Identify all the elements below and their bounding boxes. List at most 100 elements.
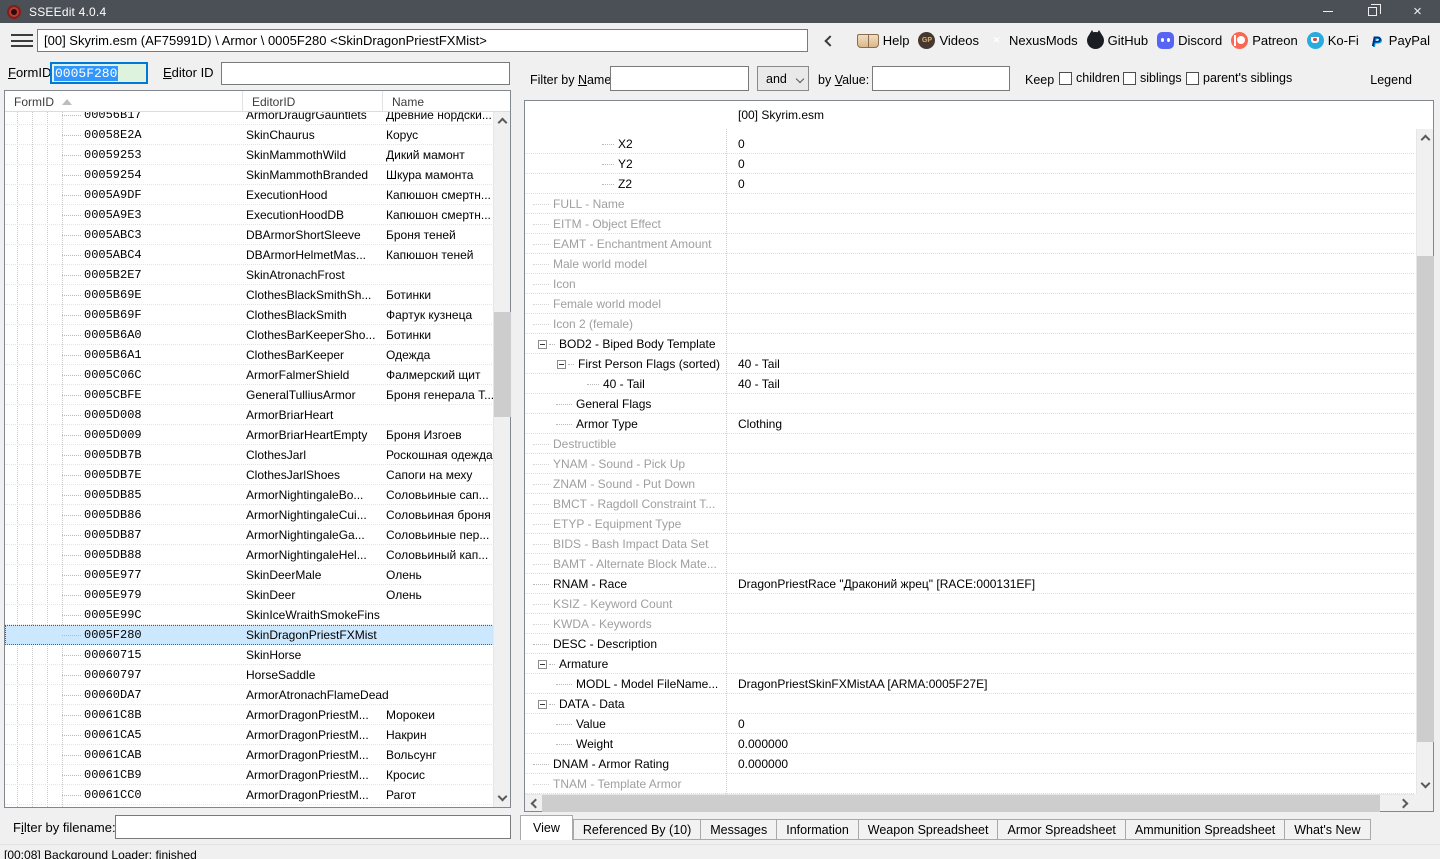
parents-siblings-checkbox[interactable] xyxy=(1186,72,1199,85)
tree-row[interactable]: ETYP - Equipment Type xyxy=(525,514,1414,534)
field-value[interactable]: 0.000000 xyxy=(738,734,788,754)
scroll-down-icon[interactable] xyxy=(494,790,511,807)
tree-row[interactable]: Icon 2 (female) xyxy=(525,314,1414,334)
tree-row[interactable]: 40 - Tail40 - Tail xyxy=(525,374,1414,394)
scroll-right-icon[interactable] xyxy=(1397,795,1414,812)
siblings-checkbox[interactable] xyxy=(1123,72,1136,85)
plugin-column-header[interactable]: [00] Skyrim.esm xyxy=(738,108,824,122)
github-link[interactable]: GitHub xyxy=(1085,32,1150,49)
tab-referenced-by-10[interactable]: Referenced By (10) xyxy=(573,819,701,840)
paypal-link[interactable]: PPayPal xyxy=(1366,32,1432,49)
nexusmods-link[interactable]: ✕NexusMods xyxy=(986,32,1080,49)
list-row[interactable]: 0005A9E3ExecutionHoodDBКапюшон смертн... xyxy=(5,205,494,225)
tree-row[interactable]: DATA - Data xyxy=(525,694,1414,714)
list-row[interactable]: 00060DA7ArmorAtronachFlameDead xyxy=(5,685,494,705)
menu-icon[interactable] xyxy=(11,34,33,47)
tree-row[interactable]: FULL - Name xyxy=(525,194,1414,214)
breadcrumb[interactable]: [00] Skyrim.esm (AF75991D) \ Armor \ 000… xyxy=(37,29,808,52)
tree-row[interactable]: General Flags xyxy=(525,394,1414,414)
column-header-formid[interactable]: FormID xyxy=(5,91,243,112)
tab-what-s-new[interactable]: What's New xyxy=(1285,819,1370,840)
field-value[interactable]: 0.000000 xyxy=(738,754,788,774)
filter-by-value-input[interactable] xyxy=(872,66,1010,91)
record-list-scrollbar[interactable] xyxy=(493,112,510,807)
scroll-up-icon[interactable] xyxy=(494,112,511,129)
tab-messages[interactable]: Messages xyxy=(701,819,777,840)
legend-button[interactable]: Legend xyxy=(1370,73,1412,87)
list-row[interactable]: 00056B17ArmorDraugrGauntletsДревние норд… xyxy=(5,112,494,125)
scrollbar-thumb[interactable] xyxy=(494,312,511,417)
list-row[interactable]: 0005D009ArmorBriarHeartEmptyБроня Изгоев xyxy=(5,425,494,445)
column-header-editorid[interactable]: EditorID xyxy=(243,91,383,112)
tree-row[interactable]: Value0 xyxy=(525,714,1414,734)
tree-row[interactable]: KSIZ - Keyword Count xyxy=(525,594,1414,614)
tree-row[interactable]: BIDS - Bash Impact Data Set xyxy=(525,534,1414,554)
tab-information[interactable]: Information xyxy=(777,819,859,840)
restore-button[interactable] xyxy=(1350,0,1395,23)
field-value[interactable]: DragonPriestRace "Драконий жрец" [RACE:0… xyxy=(738,574,1035,594)
list-row[interactable]: 0005B69EClothesBlackSmithSh...Ботинки xyxy=(5,285,494,305)
tree-row[interactable]: BMCT - Ragdoll Constraint T... xyxy=(525,494,1414,514)
list-row[interactable]: 0005DB7EClothesJarlShoesСапоги на меху xyxy=(5,465,494,485)
tree-row[interactable]: YNAM - Sound - Pick Up xyxy=(525,454,1414,474)
field-value[interactable]: 0 xyxy=(738,174,745,194)
list-row[interactable]: 0005B6A0ClothesBarKeeperSho...Ботинки xyxy=(5,325,494,345)
collapse-icon[interactable] xyxy=(557,360,566,369)
tree-row[interactable]: Armor TypeClothing xyxy=(525,414,1414,434)
tab-armor-spreadsheet[interactable]: Armor Spreadsheet xyxy=(998,819,1125,840)
field-value[interactable]: DragonPriestSkinFXMistAA [ARMA:0005F27E] xyxy=(738,674,987,694)
list-row[interactable]: 0005DB85ArmorNightingaleBo...Соловьиные … xyxy=(5,485,494,505)
list-row[interactable]: 0005B69FClothesBlackSmithФартук кузнеца xyxy=(5,305,494,325)
field-value[interactable]: 0 xyxy=(738,154,745,174)
discord-link[interactable]: Discord xyxy=(1155,32,1224,49)
tab-ammunition-spreadsheet[interactable]: Ammunition Spreadsheet xyxy=(1126,819,1285,840)
formid-input[interactable]: 0005F280 xyxy=(50,62,148,84)
tree-row[interactable]: Destructible xyxy=(525,434,1414,454)
list-row[interactable]: 0005DB87ArmorNightingaleGa...Соловьиные … xyxy=(5,525,494,545)
tree-row[interactable]: Female world model xyxy=(525,294,1414,314)
list-row[interactable]: 00061C8BArmorDragonPriestM...Морокеи xyxy=(5,705,494,725)
field-value[interactable]: 0 xyxy=(738,134,745,154)
list-row[interactable]: 0005C06CArmorFalmerShieldФалмерский щит xyxy=(5,365,494,385)
list-row[interactable]: 00061CB9ArmorDragonPriestM...Кросис xyxy=(5,765,494,785)
list-row[interactable]: 00060797HorseSaddle xyxy=(5,665,494,685)
list-row[interactable]: 0005D008ArmorBriarHeart xyxy=(5,405,494,425)
tree-row[interactable]: Male world model xyxy=(525,254,1414,274)
close-button[interactable]: × xyxy=(1395,0,1440,23)
field-value[interactable]: 0 xyxy=(738,714,745,734)
list-row[interactable]: 0005F280SkinDragonPriestFXMist xyxy=(5,625,494,645)
minimize-button[interactable] xyxy=(1305,0,1350,23)
tree-row[interactable]: BOD2 - Biped Body Template xyxy=(525,334,1414,354)
list-row[interactable]: 0005E977SkinDeerMaleОлень xyxy=(5,565,494,585)
list-row[interactable]: 0005DB86ArmorNightingaleCui...Соловьиная… xyxy=(5,505,494,525)
back-button[interactable] xyxy=(814,29,845,52)
tree-row[interactable]: Icon xyxy=(525,274,1414,294)
tree-row[interactable]: BAMT - Alternate Block Mate... xyxy=(525,554,1414,574)
children-checkbox[interactable] xyxy=(1059,72,1072,85)
scroll-left-icon[interactable] xyxy=(525,795,542,812)
tree-row[interactable]: RNAM - RaceDragonPriestRace "Драконий жр… xyxy=(525,574,1414,594)
tab-weapon-spreadsheet[interactable]: Weapon Spreadsheet xyxy=(859,819,999,840)
filename-filter-input[interactable] xyxy=(115,815,511,839)
tree-row[interactable]: KWDA - Keywords xyxy=(525,614,1414,634)
list-row[interactable]: 00061CABArmorDragonPriestM...Вольсунг xyxy=(5,745,494,765)
list-row[interactable]: 00061CA5ArmorDragonPriestM...Накрин xyxy=(5,725,494,745)
list-row[interactable]: 0005B6A1ClothesBarKeeperОдежда xyxy=(5,345,494,365)
list-row[interactable]: 0005A9DFExecutionHoodКапюшон смертн... xyxy=(5,185,494,205)
patreon-link[interactable]: Patreon xyxy=(1229,32,1300,49)
field-value[interactable]: Clothing xyxy=(738,414,782,434)
list-row[interactable]: 0005DB88ArmorNightingaleHel...Соловьиный… xyxy=(5,545,494,565)
list-row[interactable]: 0005ABC3DBArmorShortSleeveБроня теней xyxy=(5,225,494,245)
list-row[interactable]: 00059253SkinMammothWildДикий мамонт xyxy=(5,145,494,165)
list-row[interactable]: 00061CC0ArmorDragonPriestM...Рагот xyxy=(5,785,494,805)
list-row[interactable]: 0005DB7BClothesJarlРоскошная одежда xyxy=(5,445,494,465)
tab-view[interactable]: View xyxy=(520,815,573,840)
tree-row[interactable]: ZNAM - Sound - Put Down xyxy=(525,474,1414,494)
help-link[interactable]: Help xyxy=(855,33,912,48)
scroll-down-icon[interactable] xyxy=(1417,777,1434,794)
tree-row[interactable]: MODL - Model FileName...DragonPriestSkin… xyxy=(525,674,1414,694)
tree-row[interactable]: Weight0.000000 xyxy=(525,734,1414,754)
tree-row[interactable]: Y20 xyxy=(525,154,1414,174)
record-view-column-header[interactable]: [00] Skyrim.esm xyxy=(525,101,1433,129)
column-header-name[interactable]: Name xyxy=(383,91,495,112)
